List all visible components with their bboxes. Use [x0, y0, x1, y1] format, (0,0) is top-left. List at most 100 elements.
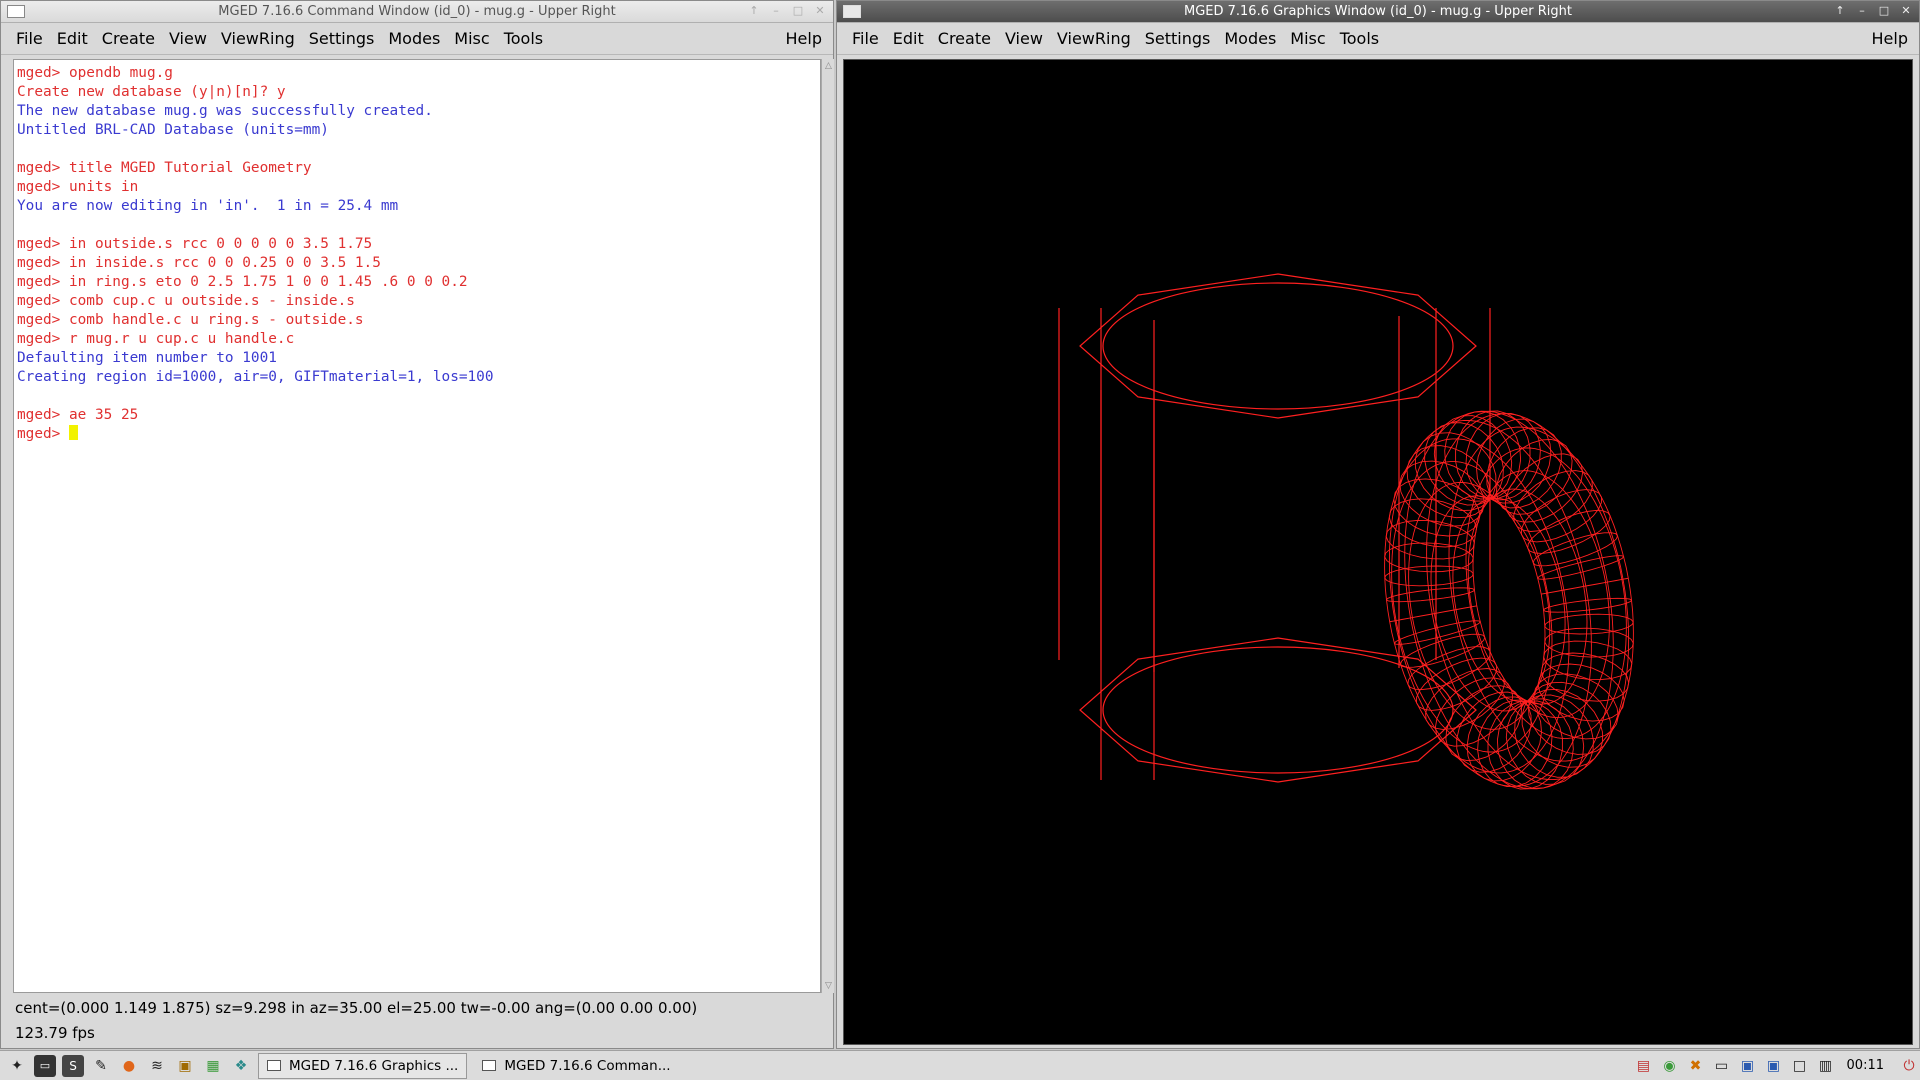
show-desktop-icon[interactable]: □: [1789, 1055, 1811, 1077]
start-menu-icon[interactable]: ✦: [6, 1055, 28, 1077]
console-scrollbar[interactable]: △ ▽: [821, 59, 834, 993]
calendar-icon[interactable]: ▤: [1633, 1055, 1655, 1077]
spreadsheet-icon[interactable]: ▦: [202, 1055, 224, 1077]
power-icon[interactable]: ⏻: [1898, 1055, 1920, 1077]
browser-icon[interactable]: ●: [118, 1055, 140, 1077]
menu-modes[interactable]: Modes: [381, 23, 447, 55]
workspace-3-icon[interactable]: ▣: [1763, 1055, 1785, 1077]
network-status-icon[interactable]: ◉: [1659, 1055, 1681, 1077]
menu-help[interactable]: Help: [1865, 23, 1915, 55]
menu-file[interactable]: File: [9, 23, 50, 55]
graphics-canvas[interactable]: [843, 59, 1913, 1045]
archive-icon[interactable]: ▣: [174, 1055, 196, 1077]
ring-meridian: [1385, 587, 1476, 603]
minimize-icon[interactable]: –: [767, 3, 785, 19]
menu-edit[interactable]: Edit: [50, 23, 95, 55]
scroll-down-icon[interactable]: ▽: [823, 980, 834, 992]
menu-settings[interactable]: Settings: [1138, 23, 1218, 55]
workspace-1-icon[interactable]: ▭: [1711, 1055, 1733, 1077]
console-line: Defaulting item number to 1001: [17, 350, 277, 366]
console-line: Creating region id=1000, air=0, GIFTmate…: [17, 369, 494, 385]
shade-icon[interactable]: ↑: [745, 3, 763, 19]
ring-meridian: [1537, 555, 1625, 580]
shade-icon[interactable]: ↑: [1831, 3, 1849, 19]
task-label: MGED 7.16.6 Graphics ...: [289, 1057, 459, 1074]
close-icon[interactable]: ✕: [811, 3, 829, 19]
ring-meridian: [1399, 633, 1486, 668]
minimize-icon[interactable]: –: [1853, 3, 1871, 19]
graphics-window: MGED 7.16.6 Graphics Window (id_0) - mug…: [836, 0, 1920, 1049]
cup-front-lines: [1100, 390, 1155, 780]
command-console[interactable]: mged> opendb mug.g Create new database (y…: [13, 59, 821, 993]
ring-meridian: [1393, 620, 1481, 645]
network-icon[interactable]: ≋: [146, 1055, 168, 1077]
map-icon[interactable]: ❖: [230, 1055, 252, 1077]
console-line: mged> r mug.r u cup.c u handle.c: [17, 331, 295, 347]
scroll-up-icon[interactable]: △: [823, 60, 834, 72]
console-line: Create new database (y|n)[n]? y: [17, 84, 286, 100]
system-tray: ▤ ◉ ✖ ▭ ▣ ▣ □ ▥ 00:11 ⏻: [1629, 1051, 1920, 1080]
menu-help[interactable]: Help: [779, 23, 829, 55]
ring-meridian: [1416, 657, 1498, 711]
ring-meridian: [1532, 532, 1619, 567]
task-command-window[interactable]: MGED 7.16.6 Comman...: [473, 1053, 679, 1079]
graphics-window-titlebar[interactable]: MGED 7.16.6 Graphics Window (id_0) - mug…: [837, 1, 1919, 23]
console-line: mged> units in: [17, 179, 139, 195]
command-window-title: MGED 7.16.6 Command Window (id_0) - mug.…: [218, 4, 616, 19]
console-prompt-line[interactable]: mged>: [17, 425, 817, 444]
menu-settings[interactable]: Settings: [302, 23, 382, 55]
menu-modes[interactable]: Modes: [1217, 23, 1283, 55]
maximize-icon[interactable]: □: [789, 3, 807, 19]
menu-misc[interactable]: Misc: [1283, 23, 1332, 55]
menu-viewring[interactable]: ViewRing: [1050, 23, 1138, 55]
window-icon: [482, 1060, 497, 1071]
workspace-2-icon[interactable]: ▣: [1737, 1055, 1759, 1077]
menu-create[interactable]: Create: [931, 23, 998, 55]
ring-meridian: [1543, 640, 1633, 681]
command-window: MGED 7.16.6 Command Window (id_0) - mug.…: [0, 0, 834, 1049]
menu-view[interactable]: View: [162, 23, 214, 55]
menu-tools[interactable]: Tools: [1333, 23, 1386, 55]
command-menubar: File Edit Create View ViewRing Settings …: [1, 23, 833, 55]
clock: 00:11: [1846, 1058, 1884, 1073]
ring-meridian: [1527, 509, 1611, 554]
ring-meridian: [1514, 694, 1594, 778]
console-line: mged> comb handle.c u ring.s - outside.s: [17, 312, 364, 328]
window-menu-icon[interactable]: [7, 5, 25, 18]
ring-meridian: [1496, 700, 1574, 789]
menu-viewring[interactable]: ViewRing: [214, 23, 302, 55]
console-line: mged> ae 35 25: [17, 407, 139, 423]
terminal-icon[interactable]: ▭: [34, 1054, 56, 1077]
task-graphics-window[interactable]: MGED 7.16.6 Graphics ...: [258, 1052, 468, 1079]
menu-misc[interactable]: Misc: [447, 23, 496, 55]
wireframe-view: [1058, 273, 1634, 790]
ring-meridian: [1544, 613, 1634, 635]
window-menu-icon[interactable]: [843, 5, 861, 18]
console-line: You are now editing in 'in'. 1 in = 25.4…: [17, 198, 399, 214]
command-window-titlebar[interactable]: MGED 7.16.6 Command Window (id_0) - mug.…: [1, 1, 833, 23]
volume-icon[interactable]: ▥: [1815, 1055, 1837, 1077]
console-line: mged> in inside.s rcc 0 0 0.25 0 0 3.5 1…: [17, 255, 381, 271]
menu-view[interactable]: View: [998, 23, 1050, 55]
editor-icon[interactable]: ✎: [90, 1055, 112, 1077]
menu-edit[interactable]: Edit: [886, 23, 931, 55]
console-line: Untitled BRL-CAD Database (units=mm): [17, 122, 329, 138]
tools-icon[interactable]: ✖: [1685, 1055, 1707, 1077]
cup-top-outer-edge: [1079, 273, 1477, 419]
text-cursor: [68, 425, 78, 440]
close-icon[interactable]: ✕: [1897, 3, 1915, 19]
ring-meridian: [1465, 413, 1541, 501]
menu-create[interactable]: Create: [95, 23, 162, 55]
shell-icon[interactable]: S: [62, 1054, 84, 1077]
ring-meridian: [1407, 646, 1491, 691]
menu-file[interactable]: File: [845, 23, 886, 55]
ring-meridian: [1542, 597, 1633, 613]
console-prompt: mged>: [17, 426, 69, 442]
menu-tools[interactable]: Tools: [497, 23, 550, 55]
maximize-icon[interactable]: □: [1875, 3, 1893, 19]
cup-wireframe: [1058, 273, 1491, 783]
console-line: mged> title MGED Tutorial Geometry: [17, 160, 312, 176]
